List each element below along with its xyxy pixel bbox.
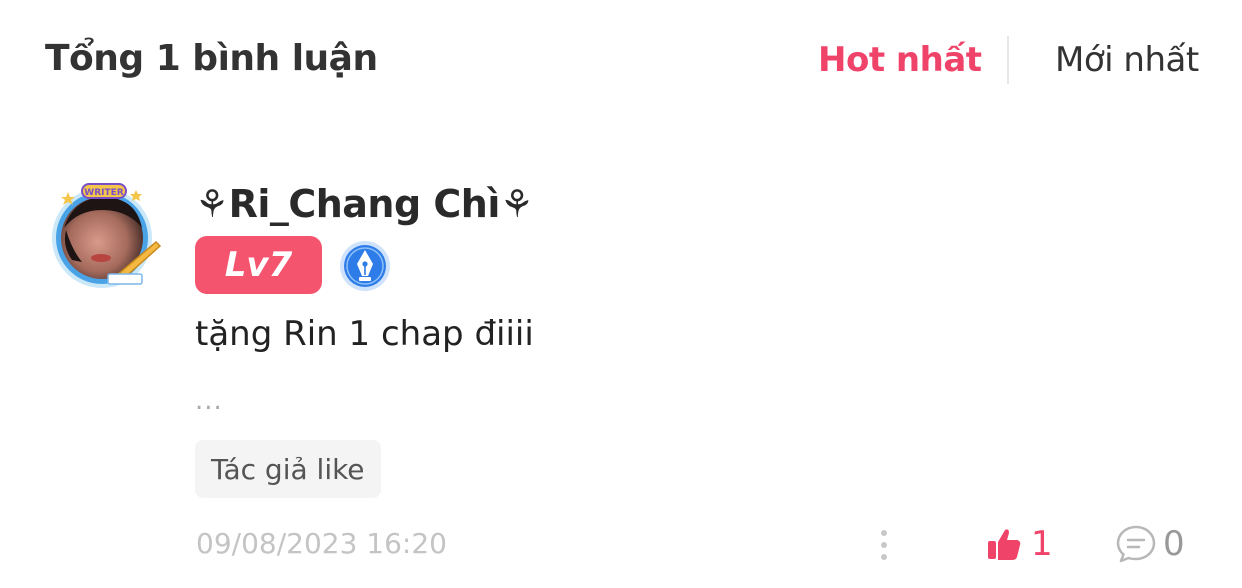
writer-pen-badge-icon bbox=[340, 241, 390, 291]
username[interactable]: ⚘Ri_Chang Chì⚘ bbox=[195, 182, 534, 226]
comment-timestamp: 09/08/2023 16:20 bbox=[196, 527, 447, 560]
sort-divider bbox=[1007, 36, 1009, 84]
like-count: 1 bbox=[1031, 524, 1053, 564]
thumbs-up-icon bbox=[988, 529, 1021, 560]
reply-count: 0 bbox=[1163, 524, 1185, 564]
author-liked-label: Tác giả like bbox=[211, 452, 365, 486]
comment-text: tặng Rin 1 chap điiii bbox=[195, 314, 534, 354]
author-liked-tag: Tác giả like bbox=[195, 440, 381, 498]
sort-hot-tab[interactable]: Hot nhất bbox=[818, 40, 982, 80]
svg-text:WRITER: WRITER bbox=[84, 188, 123, 198]
level-badge: Lv7 bbox=[195, 236, 322, 294]
comment-bubble-icon bbox=[1116, 525, 1156, 563]
reply-button[interactable]: 0 bbox=[1115, 520, 1185, 568]
comment-count-title: Tổng 1 bình luận bbox=[45, 38, 378, 79]
more-options-icon[interactable] bbox=[874, 528, 894, 562]
like-button[interactable]: 1 bbox=[985, 520, 1053, 568]
sort-newest-tab[interactable]: Mới nhất bbox=[1055, 40, 1199, 80]
level-label: Lv7 bbox=[224, 245, 293, 285]
expand-ellipsis[interactable]: ... bbox=[195, 386, 223, 416]
user-avatar[interactable]: WRITER bbox=[44, 180, 164, 290]
